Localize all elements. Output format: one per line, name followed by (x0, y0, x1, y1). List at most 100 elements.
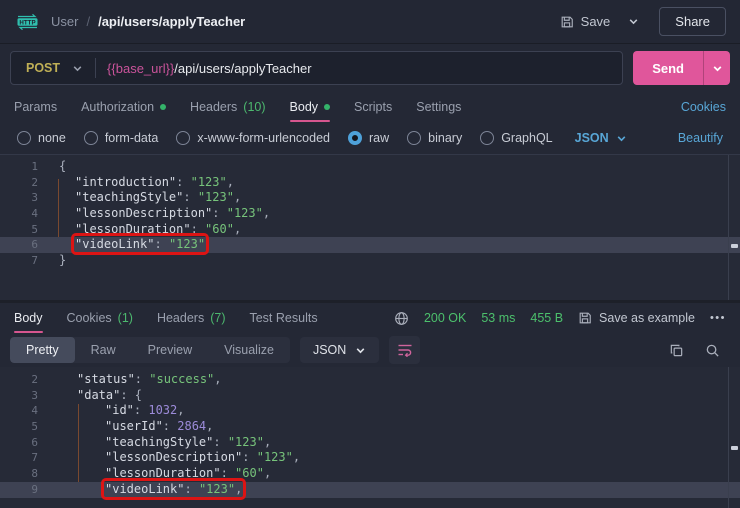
url-input[interactable]: POST {{base_url}}/api/users/applyTeacher (10, 51, 623, 85)
radio-label: form-data (105, 131, 159, 145)
tab-count-badge: (10) (243, 100, 265, 114)
code-line[interactable]: 4"id": 1032, (0, 403, 740, 419)
code-line[interactable]: 3"data": { (0, 388, 740, 404)
line-number: 3 (0, 190, 55, 206)
method-selector[interactable]: POST (11, 52, 95, 84)
save-options-button[interactable] (622, 11, 645, 32)
code-content: "data": { (55, 388, 142, 404)
wrap-lines-button[interactable] (389, 336, 420, 364)
cookies-link[interactable]: Cookies (681, 100, 726, 114)
response-body-editor[interactable]: 2"status": "success",3"data": {4"id": 10… (0, 367, 740, 508)
code-content: "lessonDuration": "60", (55, 222, 241, 238)
code-line[interactable]: 9"videoLink": "123", (0, 482, 740, 498)
response-format-selector[interactable]: JSON (300, 337, 379, 363)
search-button[interactable] (705, 343, 720, 358)
wrap-text-icon (397, 343, 413, 357)
tab-settings[interactable]: Settings (416, 92, 461, 122)
scrollbar-thumb[interactable] (731, 244, 738, 248)
code-line[interactable]: 5"lessonDuration": "60", (0, 222, 740, 238)
view-tab-pretty[interactable]: Pretty (10, 337, 75, 363)
tab-body[interactable]: Body (290, 92, 331, 122)
body-type-radio-x-www-form-urlencoded[interactable]: x-www-form-urlencoded (176, 131, 330, 145)
radio-circle-icon (348, 131, 362, 145)
body-type-radio-form-data[interactable]: form-data (84, 131, 159, 145)
code-content: "teachingStyle": "123", (55, 435, 271, 451)
body-type-radio-graphql[interactable]: GraphQL (480, 131, 552, 145)
body-type-radio-binary[interactable]: binary (407, 131, 462, 145)
tab-body[interactable]: Body (14, 303, 43, 333)
code-line[interactable]: 6"teachingStyle": "123", (0, 435, 740, 451)
url-field[interactable]: {{base_url}}/api/users/applyTeacher (107, 61, 312, 76)
body-type-radio-raw[interactable]: raw (348, 131, 389, 145)
tab-params[interactable]: Params (14, 92, 57, 122)
code-line[interactable]: 3"teachingStyle": "123", (0, 190, 740, 206)
api-client-window: HTTP User / /api/users/applyTeacher Save… (0, 0, 740, 508)
tab-test-results[interactable]: Test Results (249, 303, 317, 333)
breadcrumb-collection[interactable]: User (51, 14, 78, 29)
response-time[interactable]: 53 ms (481, 311, 515, 325)
code-line[interactable]: 4"lessonDescription": "123", (0, 206, 740, 222)
code-line[interactable]: 5"userId": 2864, (0, 419, 740, 435)
tab-count-badge: (1) (118, 311, 133, 325)
save-button-label: Save (581, 14, 611, 29)
save-as-example-button[interactable]: Save as example (578, 311, 695, 325)
svg-text:HTTP: HTTP (19, 19, 35, 26)
code-line[interactable]: 2"status": "success", (0, 372, 740, 388)
response-tabs: Body Cookies(1) Headers(7) Test Results 200… (0, 303, 740, 333)
line-number: 3 (0, 388, 55, 404)
url-variable: {{base_url}} (107, 61, 174, 76)
tab-headers[interactable]: Headers(7) (157, 303, 226, 333)
request-header-bar: HTTP User / /api/users/applyTeacher Save… (0, 0, 740, 44)
code-content: "id": 1032, (55, 403, 185, 419)
code-content: "lessonDuration": "60", (55, 466, 271, 482)
tab-scripts[interactable]: Scripts (354, 92, 392, 122)
tab-label: Params (14, 100, 57, 114)
body-format-label: JSON (575, 131, 609, 145)
save-button[interactable]: Save (552, 9, 619, 34)
scrollbar-thumb[interactable] (731, 446, 738, 450)
response-size[interactable]: 455 B (530, 311, 563, 325)
request-body-editor[interactable]: 1{2"introduction": "123",3"teachingStyle… (0, 154, 740, 300)
line-number: 2 (0, 175, 55, 191)
line-number: 2 (0, 372, 55, 388)
code-line[interactable]: 7"lessonDescription": "123", (0, 450, 740, 466)
search-icon (705, 343, 720, 358)
code-line[interactable]: 6"videoLink": "123" (0, 237, 740, 253)
body-format-selector[interactable]: JSON (575, 131, 627, 145)
send-button-group: Send (633, 51, 730, 85)
tab-headers[interactable]: Headers(10) (190, 92, 265, 122)
view-tab-raw[interactable]: Raw (75, 337, 132, 363)
tab-cookies[interactable]: Cookies(1) (67, 303, 133, 333)
chevron-down-icon (72, 63, 83, 74)
copy-icon (669, 343, 684, 358)
annotation-highlight-box: "videoLink": "123" (75, 237, 205, 251)
code-line[interactable]: 2"introduction": "123", (0, 175, 740, 191)
tab-label: Scripts (354, 100, 392, 114)
tab-authorization[interactable]: Authorization (81, 92, 166, 122)
chevron-down-icon (355, 345, 366, 356)
code-line[interactable]: 8"lessonDuration": "60", (0, 466, 740, 482)
radio-circle-icon (176, 131, 190, 145)
radio-circle-icon (17, 131, 31, 145)
url-path: /api/users/applyTeacher (174, 61, 311, 76)
request-tabs: Params Authorization Headers(10) Body Script… (0, 92, 740, 122)
line-number: 7 (0, 450, 55, 466)
share-button[interactable]: Share (659, 7, 726, 36)
request-title[interactable]: /api/users/applyTeacher (98, 14, 245, 29)
response-toolbar-actions (669, 343, 730, 358)
view-tab-preview[interactable]: Preview (132, 337, 208, 363)
status-code[interactable]: 200 OK (424, 311, 466, 325)
view-tab-visualize[interactable]: Visualize (208, 337, 290, 363)
code-content: "videoLink": "123" (55, 237, 205, 253)
beautify-link[interactable]: Beautify (678, 131, 723, 145)
code-content: "lessonDescription": "123", (55, 450, 300, 466)
more-actions-button[interactable]: ••• (710, 312, 726, 324)
send-button[interactable]: Send (633, 51, 703, 85)
code-line[interactable]: 7} (0, 253, 740, 269)
code-line[interactable]: 1{ (0, 159, 740, 175)
copy-button[interactable] (669, 343, 684, 358)
body-type-radio-none[interactable]: none (17, 131, 66, 145)
body-type-options: none form-data x-www-form-urlencoded raw bin… (0, 122, 740, 154)
send-options-button[interactable] (703, 51, 730, 85)
tab-label: Test Results (249, 311, 317, 325)
